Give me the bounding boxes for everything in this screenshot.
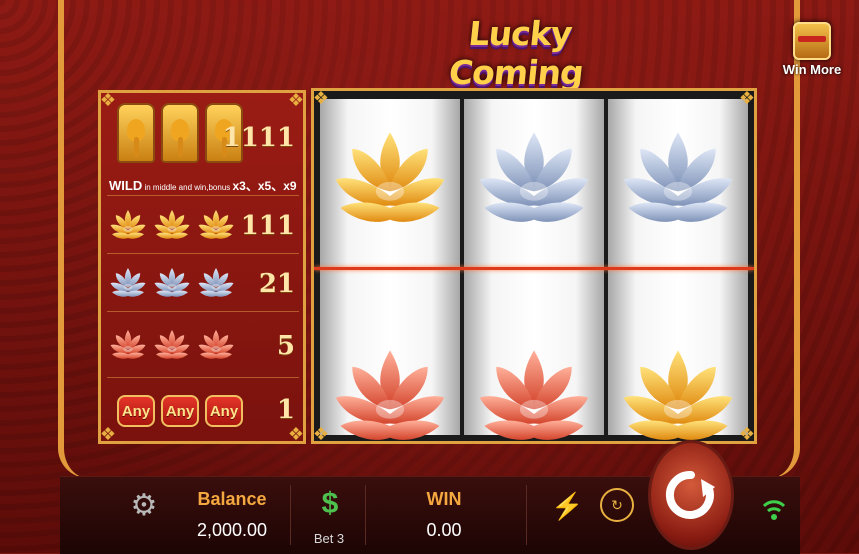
red-lotus-icon: [110, 329, 146, 359]
balance-label: Balance: [197, 489, 267, 509]
paytable-multiplier: 111: [240, 211, 295, 241]
any-badge: Any: [117, 395, 155, 427]
any-badge: Any: [161, 395, 199, 427]
corner-ornament-icon: ❖: [312, 88, 330, 108]
divider: [290, 485, 291, 545]
red-lotus-icon: [479, 350, 589, 440]
wifi-icon: [762, 500, 786, 520]
silver-lotus-icon: [198, 267, 234, 297]
corner-ornament-icon: ❖: [738, 424, 756, 444]
bet-label: Bet 3: [313, 531, 345, 546]
ganesha-wild-icon: [161, 103, 199, 163]
game-title: Lucky Coming: [447, 14, 585, 92]
paytable-row-wild: 1111 WILD in middle and win,bonus x3、x5、…: [107, 97, 299, 196]
spin-icon: [665, 470, 715, 519]
reels-area: ❖ ❖ ❖ ❖: [311, 88, 757, 444]
paytable: ❖ ❖ ❖ ❖ 1111 WILD in middle and win,bonu…: [98, 90, 306, 444]
corner-ornament-icon: ❖: [738, 88, 756, 108]
silver-lotus-icon: [154, 267, 190, 297]
divider: [365, 485, 366, 545]
autoplay-icon: ↻: [611, 497, 623, 513]
treasure-chest-icon: [793, 22, 831, 60]
autoplay-button[interactable]: ↻: [600, 488, 634, 522]
paytable-row-silver: 21: [107, 255, 299, 312]
red-lotus-icon: [154, 329, 190, 359]
lightning-icon: ⚡: [551, 491, 584, 521]
gold-lotus-icon: [110, 209, 146, 239]
balance-value: 2,000.00: [196, 520, 268, 540]
paytable-row-any: Any Any Any 1: [107, 379, 299, 437]
silver-lotus-icon: [110, 267, 146, 297]
spin-button[interactable]: [648, 440, 734, 550]
paytable-multiplier: 1111: [222, 123, 295, 153]
settings-button[interactable]: ⚙: [128, 490, 160, 522]
paytable-multiplier: 1: [276, 395, 295, 425]
turbo-button[interactable]: ⚡: [551, 486, 584, 526]
gear-icon: ⚙: [130, 489, 158, 522]
silver-lotus-icon: [623, 132, 733, 222]
any-badge: Any: [205, 395, 243, 427]
paytable-multiplier: 21: [258, 269, 295, 299]
win-label: WIN: [426, 489, 462, 509]
silver-lotus-icon: [479, 132, 589, 222]
corner-ornament-icon: ❖: [312, 424, 330, 444]
red-lotus-icon: [198, 329, 234, 359]
win-value: 0.00: [426, 520, 462, 540]
ganesha-wild-icon: [117, 103, 155, 163]
win-more-label: Win More: [782, 62, 842, 77]
game-logo: Lucky Coming: [428, 8, 608, 92]
dollar-icon: $: [321, 487, 339, 520]
wild-bonus-text: WILD in middle and win,bonus x3、x5、x9: [109, 178, 297, 193]
paytable-row-gold: 111: [107, 197, 299, 254]
paytable-multiplier: 5: [276, 331, 295, 361]
paytable-row-red: 5: [107, 313, 299, 378]
gold-lotus-icon: [623, 350, 733, 440]
bet-button[interactable]: $: [313, 484, 347, 524]
win-more-button[interactable]: Win More: [781, 22, 843, 86]
gold-lotus-icon: [335, 132, 445, 222]
gold-lotus-icon: [198, 209, 234, 239]
divider: [526, 485, 527, 545]
gold-lotus-icon: [154, 209, 190, 239]
payline: [314, 267, 754, 270]
red-lotus-icon: [335, 350, 445, 440]
